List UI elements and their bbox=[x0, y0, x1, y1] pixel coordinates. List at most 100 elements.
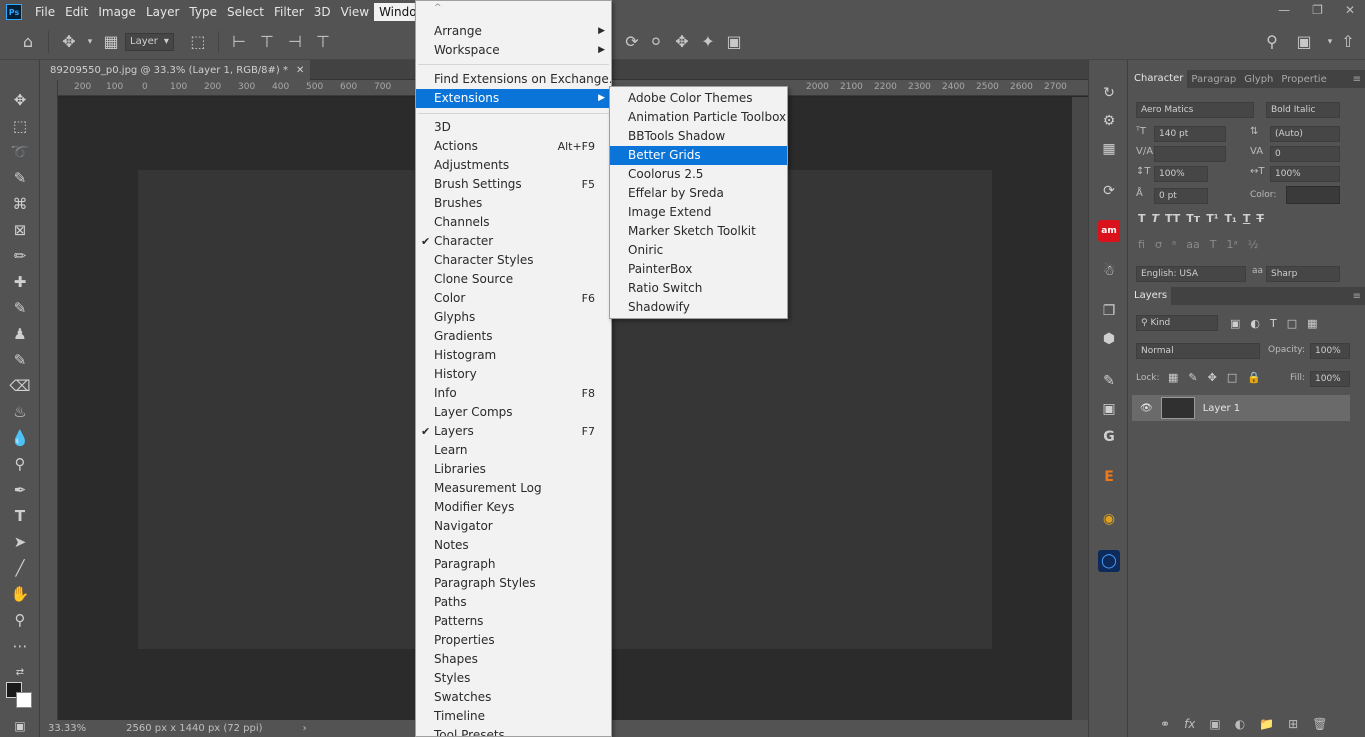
hand-tool-icon[interactable]: ✋ bbox=[8, 582, 32, 606]
tracking-field[interactable]: 0 bbox=[1270, 146, 1340, 162]
tab-layers[interactable]: Layers bbox=[1130, 287, 1172, 305]
fractions-icon[interactable]: ½ bbox=[1248, 238, 1259, 254]
opacity-field[interactable]: 100% bbox=[1310, 343, 1350, 359]
ligatures-icon[interactable]: fi bbox=[1138, 238, 1145, 254]
menu-item-painterbox[interactable]: PainterBox bbox=[610, 260, 787, 279]
menu-item-marker-sketch-toolkit[interactable]: Marker Sketch Toolkit bbox=[610, 222, 787, 241]
horizontal-scale-field[interactable]: 100% bbox=[1270, 166, 1340, 182]
menu-item-styles[interactable]: Styles bbox=[416, 669, 611, 688]
font-family-select[interactable]: Aero Matics bbox=[1136, 102, 1254, 118]
paint-bucket-tool-icon[interactable]: ♨ bbox=[8, 400, 32, 424]
adjustment-layer-icon[interactable]: ◐ bbox=[1235, 717, 1245, 731]
menu-item-tool-presets[interactable]: Tool Presets bbox=[416, 726, 611, 736]
menu-item-coolorus[interactable]: Coolorus 2.5 bbox=[610, 165, 787, 184]
menu-item-arrange[interactable]: Arrange ▶ bbox=[416, 22, 611, 41]
menu-edit[interactable]: Edit bbox=[60, 3, 93, 21]
healing-brush-tool-icon[interactable]: ✚ bbox=[8, 270, 32, 294]
shadow-panel-icon[interactable]: ☃ bbox=[1098, 260, 1120, 282]
type-tool-icon[interactable]: T bbox=[8, 504, 32, 528]
align-right-icon[interactable]: ⊣ bbox=[281, 28, 309, 56]
layer-name[interactable]: Layer 1 bbox=[1203, 403, 1240, 414]
lock-artboard-icon[interactable]: □ bbox=[1227, 371, 1237, 384]
chevron-right-icon[interactable]: › bbox=[303, 723, 307, 734]
line-tool-icon[interactable]: ╱ bbox=[8, 556, 32, 580]
old-style-icon[interactable]: σ bbox=[1155, 238, 1162, 254]
menu-item-timeline[interactable]: Timeline bbox=[416, 707, 611, 726]
oniric-panel-icon[interactable]: ◯ bbox=[1098, 550, 1120, 572]
tab-paragraph[interactable]: Paragrap bbox=[1187, 74, 1240, 85]
document-tab[interactable]: 89209550_p0.jpg @ 33.3% (Layer 1, RGB/8#… bbox=[40, 60, 310, 80]
menu-item-learn[interactable]: Learn bbox=[416, 441, 611, 460]
smart-object-filter-icon[interactable]: ▦ bbox=[1307, 317, 1317, 330]
grid-panel-icon[interactable]: ▦ bbox=[1098, 138, 1120, 160]
menu-item-ratio-switch[interactable]: Ratio Switch bbox=[610, 279, 787, 298]
workspace-icon[interactable]: ▣ bbox=[1290, 28, 1318, 56]
quick-mask-icon[interactable]: ▣ bbox=[8, 714, 32, 737]
3d-slide-icon[interactable]: ✦ bbox=[694, 28, 722, 56]
menu-item-glyphs[interactable]: Glyphs bbox=[416, 308, 611, 327]
subscript-icon[interactable]: T₁ bbox=[1225, 212, 1237, 228]
menu-item-patterns[interactable]: Patterns bbox=[416, 612, 611, 631]
layer-filter-select[interactable]: ⚲ Kind bbox=[1136, 315, 1218, 331]
tab-glyphs[interactable]: Glyph bbox=[1240, 74, 1277, 85]
menu-item-image-extend[interactable]: Image Extend bbox=[610, 203, 787, 222]
auto-select-target-select[interactable]: Layer ▾ bbox=[125, 32, 174, 51]
new-group-icon[interactable]: 📁 bbox=[1259, 717, 1274, 731]
menu-item-notes[interactable]: Notes bbox=[416, 536, 611, 555]
zoom-level[interactable]: 33.33% bbox=[48, 723, 86, 734]
align-center-icon[interactable]: ⊤ bbox=[253, 28, 281, 56]
visibility-eye-icon[interactable]: 👁 bbox=[1140, 403, 1153, 414]
layer-style-icon[interactable]: fx bbox=[1184, 717, 1195, 731]
close-icon[interactable]: ✕ bbox=[1345, 3, 1355, 17]
menu-item-character[interactable]: ✔ Character bbox=[416, 232, 611, 251]
leading-field[interactable]: (Auto) bbox=[1270, 126, 1340, 142]
lock-transparency-icon[interactable]: ▦ bbox=[1168, 371, 1178, 384]
layer-row[interactable]: 👁 Layer 1 bbox=[1132, 395, 1350, 421]
fill-field[interactable]: 100% bbox=[1310, 371, 1350, 387]
pen-tool-icon[interactable]: ✒ bbox=[8, 478, 32, 502]
menu-item-oniric[interactable]: Oniric bbox=[610, 241, 787, 260]
frame-tool-icon[interactable]: ⊠ bbox=[8, 218, 32, 242]
menu-select[interactable]: Select bbox=[222, 3, 269, 21]
menu-item-3d[interactable]: 3D bbox=[416, 118, 611, 137]
menu-item-effelar[interactable]: Effelar by Sreda bbox=[610, 184, 787, 203]
history-panel-icon[interactable]: ↻ bbox=[1098, 82, 1120, 104]
crop-tool-icon[interactable]: ⌘ bbox=[8, 192, 32, 216]
type-filter-icon[interactable]: T bbox=[1270, 317, 1277, 330]
quick-selection-tool-icon[interactable]: ✎ bbox=[8, 166, 32, 190]
menu-item-modifier-keys[interactable]: Modifier Keys bbox=[416, 498, 611, 517]
text-color-swatch[interactable] bbox=[1286, 186, 1340, 204]
restore-icon[interactable]: ❐ bbox=[1312, 3, 1323, 17]
menu-item-paragraph[interactable]: Paragraph bbox=[416, 555, 611, 574]
more-tools-icon[interactable]: ⋯ bbox=[8, 634, 32, 658]
titling-icon[interactable]: T bbox=[1210, 238, 1217, 254]
menu-item-paths[interactable]: Paths bbox=[416, 593, 611, 612]
antialias-select[interactable]: Sharp bbox=[1266, 266, 1340, 282]
menu-file[interactable]: File bbox=[30, 3, 60, 21]
baseline-shift-field[interactable]: 0 pt bbox=[1154, 188, 1208, 204]
marquee-tool-icon[interactable]: ⬚ bbox=[8, 114, 32, 138]
menu-item-gradients[interactable]: Gradients bbox=[416, 327, 611, 346]
menu-item-actions[interactable]: Actions Alt+F9 bbox=[416, 137, 611, 156]
menu-item-layers[interactable]: ✔ Layers F7 bbox=[416, 422, 611, 441]
small-caps-icon[interactable]: Tт bbox=[1186, 212, 1200, 228]
font-size-field[interactable]: 140 pt bbox=[1154, 126, 1226, 142]
frame-panel-icon[interactable]: ▣ bbox=[1098, 398, 1120, 420]
home-icon[interactable]: ⌂ bbox=[14, 28, 42, 56]
menu-item-swatches[interactable]: Swatches bbox=[416, 688, 611, 707]
delete-layer-icon[interactable]: 🗑 bbox=[1312, 717, 1327, 731]
menu-item-shapes[interactable]: Shapes bbox=[416, 650, 611, 669]
menu-item-animation-particle-toolbox[interactable]: Animation Particle Toolbox bbox=[610, 108, 787, 127]
font-style-select[interactable]: Bold Italic bbox=[1266, 102, 1340, 118]
alternates-icon[interactable]: aa bbox=[1186, 238, 1199, 254]
lock-pixels-icon[interactable]: ✎ bbox=[1188, 371, 1197, 384]
menu-view[interactable]: View bbox=[336, 3, 374, 21]
vertical-scale-field[interactable]: 100% bbox=[1154, 166, 1208, 182]
menu-item-navigator[interactable]: Navigator bbox=[416, 517, 611, 536]
search-icon[interactable]: ⚲ bbox=[1258, 28, 1286, 56]
faux-bold-icon[interactable]: T bbox=[1138, 212, 1146, 228]
coolorus-panel-icon[interactable]: ⟳ bbox=[1098, 180, 1120, 202]
painterbox-panel-icon[interactable]: ◉ bbox=[1098, 508, 1120, 530]
3d-panel-icon[interactable]: ⬢ bbox=[1098, 328, 1120, 350]
menu-item-adjustments[interactable]: Adjustments bbox=[416, 156, 611, 175]
